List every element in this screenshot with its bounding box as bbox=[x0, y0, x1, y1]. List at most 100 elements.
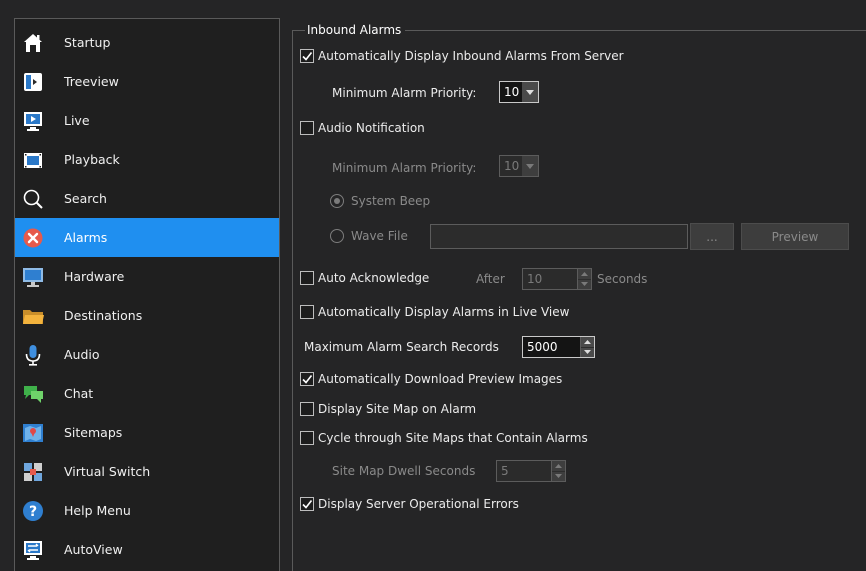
sidebar-item-audio[interactable]: Audio bbox=[15, 335, 279, 374]
sidebar-item-virtual-switch[interactable]: Virtual Switch bbox=[15, 452, 279, 491]
hardware-monitor-icon bbox=[22, 266, 44, 288]
settings-sidebar: Startup Treeview Live Playback Search Al… bbox=[14, 18, 280, 571]
auto-acknowledge-label: Auto Acknowledge bbox=[318, 271, 430, 285]
help-icon: ? bbox=[22, 500, 44, 522]
sidebar-item-treeview[interactable]: Treeview bbox=[15, 62, 279, 101]
wave-file-label: Wave File bbox=[351, 229, 408, 243]
sidebar-item-chat[interactable]: Chat bbox=[15, 374, 279, 413]
sidebar-item-startup[interactable]: Startup bbox=[15, 23, 279, 62]
sidebar-item-label: Sitemaps bbox=[64, 425, 123, 440]
download-preview-row: Automatically Download Preview Images bbox=[300, 372, 562, 386]
audio-notification-row: Audio Notification bbox=[300, 121, 425, 135]
dwell-seconds-value: 5 bbox=[501, 464, 509, 478]
system-beep-row: System Beep bbox=[330, 194, 430, 208]
auto-acknowledge-row: Auto Acknowledge bbox=[300, 271, 429, 285]
max-search-spinner[interactable]: 5000 bbox=[522, 336, 595, 358]
min-priority-row: Minimum Alarm Priority: bbox=[332, 86, 476, 100]
chevron-up-icon[interactable] bbox=[578, 269, 591, 279]
svg-text:?: ? bbox=[29, 504, 37, 520]
preview-button[interactable]: Preview bbox=[741, 223, 849, 250]
auto-ack-unit-label: Seconds bbox=[597, 272, 648, 286]
sidebar-item-label: Audio bbox=[64, 347, 100, 362]
sidebar-item-alarms[interactable]: Alarms bbox=[15, 218, 279, 257]
sidebar-item-playback[interactable]: Playback bbox=[15, 140, 279, 179]
browse-wave-file-button[interactable]: ... bbox=[690, 223, 734, 250]
chevron-up-icon[interactable] bbox=[581, 337, 594, 347]
folder-icon bbox=[22, 305, 44, 327]
audio-min-priority-label: Minimum Alarm Priority: bbox=[332, 161, 477, 175]
min-priority-label: Minimum Alarm Priority: bbox=[332, 86, 477, 100]
operational-errors-row: Display Server Operational Errors bbox=[300, 497, 519, 511]
sidebar-item-help-menu[interactable]: ? Help Menu bbox=[15, 491, 279, 530]
house-icon bbox=[22, 32, 44, 54]
audio-min-priority-row: Minimum Alarm Priority: bbox=[332, 161, 476, 175]
autoview-icon bbox=[22, 539, 44, 561]
system-beep-radio[interactable] bbox=[330, 194, 344, 208]
download-preview-checkbox[interactable] bbox=[300, 372, 314, 386]
sidebar-item-sitemaps[interactable]: Sitemaps bbox=[15, 413, 279, 452]
auto-ack-seconds-spinner[interactable]: 10 bbox=[522, 268, 592, 290]
auto-ack-unit-row: Seconds bbox=[597, 272, 647, 286]
wave-file-path-input[interactable] bbox=[430, 224, 688, 249]
cycle-site-maps-row: Cycle through Site Maps that Contain Ala… bbox=[300, 431, 588, 445]
virtual-switch-icon bbox=[22, 461, 44, 483]
sidebar-item-label: Playback bbox=[64, 152, 120, 167]
sidebar-item-hardware[interactable]: Hardware bbox=[15, 257, 279, 296]
search-icon bbox=[22, 188, 44, 210]
sidebar-item-label: Search bbox=[64, 191, 107, 206]
operational-errors-label: Display Server Operational Errors bbox=[318, 497, 519, 511]
sidebar-item-destinations[interactable]: Destinations bbox=[15, 296, 279, 335]
group-title: Inbound Alarms bbox=[305, 23, 406, 37]
sidebar-item-label: Chat bbox=[64, 386, 94, 401]
sidebar-item-search[interactable]: Search bbox=[15, 179, 279, 218]
dwell-seconds-spinner[interactable]: 5 bbox=[496, 460, 566, 482]
audio-notification-checkbox[interactable] bbox=[300, 121, 314, 135]
chevron-down-icon[interactable] bbox=[522, 156, 538, 176]
operational-errors-checkbox[interactable] bbox=[300, 497, 314, 511]
auto-acknowledge-checkbox[interactable] bbox=[300, 271, 314, 285]
chevron-down-icon[interactable] bbox=[578, 278, 591, 290]
min-priority-select[interactable]: 10 bbox=[499, 81, 539, 103]
chevron-up-icon[interactable] bbox=[552, 461, 565, 471]
max-search-value: 5000 bbox=[527, 340, 558, 354]
display-live-checkbox[interactable] bbox=[300, 305, 314, 319]
spinner-buttons[interactable] bbox=[577, 269, 591, 289]
wave-file-row: Wave File bbox=[330, 229, 408, 243]
sitemap-icon bbox=[22, 422, 44, 444]
auto-ack-after-label: After bbox=[476, 272, 505, 286]
inbound-alarms-group bbox=[292, 30, 866, 571]
wave-file-radio[interactable] bbox=[330, 229, 344, 243]
settings-window: Startup Treeview Live Playback Search Al… bbox=[0, 0, 866, 571]
sidebar-item-label: Virtual Switch bbox=[64, 464, 151, 479]
sidebar-item-live[interactable]: Live bbox=[15, 101, 279, 140]
sidebar-item-label: AutoView bbox=[64, 542, 123, 557]
chevron-down-icon[interactable] bbox=[581, 346, 594, 358]
sidebar-item-label: Alarms bbox=[64, 230, 108, 245]
dwell-row: Site Map Dwell Seconds bbox=[332, 464, 475, 478]
chevron-down-icon[interactable] bbox=[522, 82, 538, 102]
chevron-down-icon[interactable] bbox=[552, 470, 565, 482]
display-live-row: Automatically Display Alarms in Live Vie… bbox=[300, 305, 569, 319]
sidebar-item-label: Live bbox=[64, 113, 90, 128]
sidebar-item-label: Startup bbox=[64, 35, 111, 50]
spinner-buttons[interactable] bbox=[580, 337, 594, 357]
audio-min-priority-select[interactable]: 10 bbox=[499, 155, 539, 177]
treeview-icon bbox=[22, 71, 44, 93]
cycle-site-maps-checkbox[interactable] bbox=[300, 431, 314, 445]
alarm-icon bbox=[22, 227, 44, 249]
max-search-row: Maximum Alarm Search Records bbox=[304, 340, 499, 354]
max-search-label: Maximum Alarm Search Records bbox=[304, 340, 499, 354]
microphone-icon bbox=[22, 344, 44, 366]
auto-display-inbound-checkbox[interactable] bbox=[300, 49, 314, 63]
site-map-checkbox[interactable] bbox=[300, 402, 314, 416]
chat-bubble-icon bbox=[22, 383, 44, 405]
cycle-site-maps-label: Cycle through Site Maps that Contain Ala… bbox=[318, 431, 588, 445]
system-beep-label: System Beep bbox=[351, 194, 431, 208]
spinner-buttons[interactable] bbox=[551, 461, 565, 481]
auto-display-inbound-row: Automatically Display Inbound Alarms Fro… bbox=[300, 49, 624, 63]
auto-ack-seconds-value: 10 bbox=[527, 272, 543, 286]
playback-film-icon bbox=[22, 149, 44, 171]
site-map-label: Display Site Map on Alarm bbox=[318, 402, 477, 416]
sidebar-item-autoview[interactable]: AutoView bbox=[15, 530, 279, 569]
download-preview-label: Automatically Download Preview Images bbox=[318, 372, 563, 386]
